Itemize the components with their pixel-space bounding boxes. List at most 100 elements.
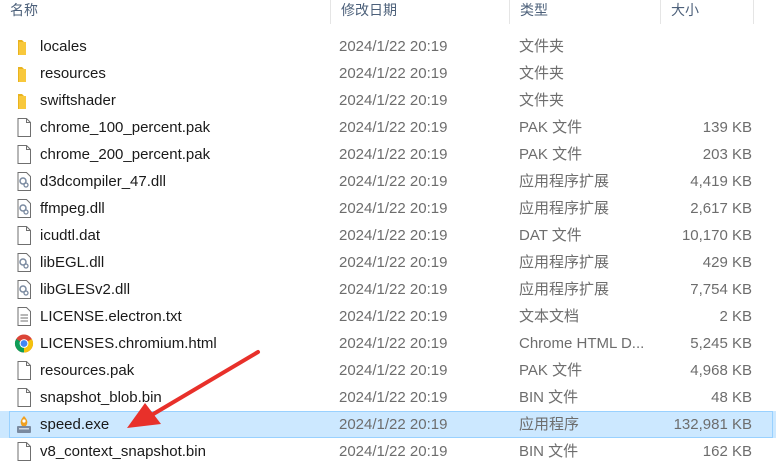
file-size: 48 KB bbox=[711, 389, 752, 406]
text-file-icon bbox=[14, 306, 34, 327]
file-size: 203 KB bbox=[702, 146, 752, 163]
file-type: BIN 文件 bbox=[519, 443, 579, 460]
file-row[interactable]: speed.exe 2024/1/22 20:19 应用程序 132,981 KB bbox=[0, 411, 776, 438]
file-date: 2024/1/22 20:19 bbox=[339, 281, 448, 298]
file-row[interactable]: resources.pak 2024/1/22 20:19 PAK 文件 4,968 … bbox=[0, 357, 776, 384]
file-row[interactable]: d3dcompiler_47.dll 2024/1/22 20:19 应用程序扩展 4… bbox=[0, 168, 776, 195]
file-size: 2,617 KB bbox=[690, 200, 752, 217]
file-size: 132,981 KB bbox=[673, 416, 752, 433]
file-type: PAK 文件 bbox=[519, 146, 583, 163]
file-date: 2024/1/22 20:19 bbox=[339, 173, 448, 190]
file-date: 2024/1/22 20:19 bbox=[339, 92, 448, 109]
file-row[interactable]: resources 2024/1/22 20:19 文件夹 bbox=[0, 60, 776, 87]
folder-icon bbox=[14, 63, 34, 84]
chrome-icon bbox=[14, 333, 34, 354]
file-row[interactable]: libGLESv2.dll 2024/1/22 20:19 应用程序扩展 7,754 … bbox=[0, 276, 776, 303]
file-name: v8_context_snapshot.bin bbox=[40, 443, 206, 460]
file-date: 2024/1/22 20:19 bbox=[339, 416, 448, 433]
dll-file-icon bbox=[14, 171, 34, 192]
file-name: resources bbox=[40, 65, 106, 82]
file-size bbox=[660, 33, 752, 60]
file-date: 2024/1/22 20:19 bbox=[339, 335, 448, 352]
file-size: 2 KB bbox=[719, 308, 752, 325]
column-header-type[interactable]: 类型 bbox=[510, 0, 660, 22]
file-name: chrome_100_percent.pak bbox=[40, 119, 211, 136]
file-date: 2024/1/22 20:19 bbox=[339, 362, 448, 379]
file-name: swiftshader bbox=[40, 92, 116, 109]
file-date: 2024/1/22 20:19 bbox=[339, 227, 448, 244]
file-name: libEGL.dll bbox=[40, 254, 105, 271]
file-date: 2024/1/22 20:19 bbox=[339, 65, 448, 82]
file-size: 4,968 KB bbox=[690, 362, 752, 379]
dll-file-icon bbox=[14, 198, 34, 219]
file-size: 7,754 KB bbox=[690, 281, 752, 298]
file-row[interactable]: locales 2024/1/22 20:19 文件夹 bbox=[0, 33, 776, 60]
file-date: 2024/1/22 20:19 bbox=[339, 38, 448, 55]
file-row[interactable]: LICENSES.chromium.html 2024/1/22 20:19 Chr… bbox=[0, 330, 776, 357]
file-type: 应用程序扩展 bbox=[519, 200, 610, 217]
column-divider[interactable] bbox=[753, 0, 754, 24]
file-type: 应用程序扩展 bbox=[519, 254, 610, 271]
file-type: PAK 文件 bbox=[519, 362, 583, 379]
file-row[interactable]: swiftshader 2024/1/22 20:19 文件夹 bbox=[0, 87, 776, 114]
file-type: 应用程序扩展 bbox=[519, 173, 610, 190]
folder-icon bbox=[14, 90, 34, 111]
file-name: icudtl.dat bbox=[40, 227, 101, 244]
file-row[interactable]: icudtl.dat 2024/1/22 20:19 DAT 文件 10,170 KB bbox=[0, 222, 776, 249]
column-header: 名称 修改日期 类型 大小 bbox=[0, 0, 776, 26]
file-icon bbox=[14, 387, 34, 408]
file-icon bbox=[14, 117, 34, 138]
file-name: LICENSE.electron.txt bbox=[40, 308, 182, 325]
file-icon bbox=[14, 441, 34, 462]
file-icon bbox=[14, 360, 34, 381]
file-row[interactable]: snapshot_blob.bin 2024/1/22 20:19 BIN 文件 48… bbox=[0, 384, 776, 411]
column-header-date[interactable]: 修改日期 bbox=[331, 0, 509, 22]
file-name: ffmpeg.dll bbox=[40, 200, 105, 217]
file-type: PAK 文件 bbox=[519, 119, 583, 136]
file-name: snapshot_blob.bin bbox=[40, 389, 162, 406]
file-row[interactable]: ffmpeg.dll 2024/1/22 20:19 应用程序扩展 2,617 KB bbox=[0, 195, 776, 222]
column-header-size[interactable]: 大小 bbox=[661, 0, 751, 22]
application-icon bbox=[14, 414, 34, 435]
file-date: 2024/1/22 20:19 bbox=[339, 308, 448, 325]
file-name: resources.pak bbox=[40, 362, 135, 379]
dll-file-icon bbox=[14, 252, 34, 273]
file-type: 应用程序扩展 bbox=[519, 281, 610, 298]
column-header-name[interactable]: 名称 bbox=[0, 0, 330, 22]
file-name: LICENSES.chromium.html bbox=[40, 335, 217, 352]
file-size: 429 KB bbox=[702, 254, 752, 271]
file-type: 文件夹 bbox=[519, 92, 565, 109]
file-date: 2024/1/22 20:19 bbox=[339, 119, 448, 136]
file-name: speed.exe bbox=[40, 416, 110, 433]
file-size: 139 KB bbox=[702, 119, 752, 136]
file-type: 应用程序 bbox=[519, 416, 580, 433]
file-name: chrome_200_percent.pak bbox=[40, 146, 211, 163]
file-icon bbox=[14, 225, 34, 246]
file-date: 2024/1/22 20:19 bbox=[339, 146, 448, 163]
file-date: 2024/1/22 20:19 bbox=[339, 200, 448, 217]
file-name: libGLESv2.dll bbox=[40, 281, 131, 298]
file-size bbox=[660, 87, 752, 114]
file-icon bbox=[14, 144, 34, 165]
file-size bbox=[660, 60, 752, 87]
file-row[interactable]: v8_context_snapshot.bin 2024/1/22 20:19 BI… bbox=[0, 438, 776, 465]
file-type: 文件夹 bbox=[519, 65, 565, 82]
dll-file-icon bbox=[14, 279, 34, 300]
file-date: 2024/1/22 20:19 bbox=[339, 254, 448, 271]
file-name: d3dcompiler_47.dll bbox=[40, 173, 166, 190]
file-size: 5,245 KB bbox=[690, 335, 752, 352]
file-size: 4,419 KB bbox=[690, 173, 752, 190]
file-name: locales bbox=[40, 38, 87, 55]
file-type: 文本文档 bbox=[519, 308, 580, 325]
file-date: 2024/1/22 20:19 bbox=[339, 389, 448, 406]
file-date: 2024/1/22 20:19 bbox=[339, 443, 448, 460]
file-type: 文件夹 bbox=[519, 38, 565, 55]
file-row[interactable]: chrome_200_percent.pak 2024/1/22 20:19 PAK… bbox=[0, 141, 776, 168]
file-type: Chrome HTML D... bbox=[519, 335, 645, 352]
file-row[interactable]: libEGL.dll 2024/1/22 20:19 应用程序扩展 429 KB bbox=[0, 249, 776, 276]
file-size: 162 KB bbox=[702, 443, 752, 460]
file-row[interactable]: chrome_100_percent.pak 2024/1/22 20:19 PAK… bbox=[0, 114, 776, 141]
file-row[interactable]: LICENSE.electron.txt 2024/1/22 20:19 文本文档 2… bbox=[0, 303, 776, 330]
file-size: 10,170 KB bbox=[681, 227, 752, 244]
file-type: BIN 文件 bbox=[519, 389, 579, 406]
